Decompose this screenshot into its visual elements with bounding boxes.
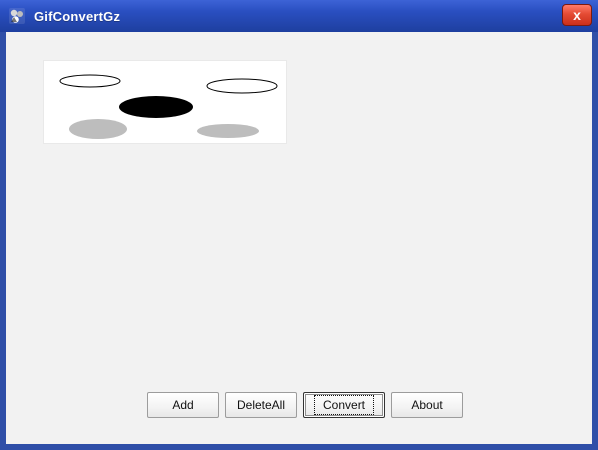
add-button[interactable]: Add [147,392,219,418]
gif-preview [43,60,287,144]
app-window: GifConvertGz x Add DeleteAll Convert Abo… [0,0,598,450]
add-button-label: Add [172,398,194,412]
convert-button[interactable]: Convert [303,392,386,418]
close-button[interactable]: x [562,4,592,26]
about-button[interactable]: About [391,392,464,418]
preview-drawing [59,74,278,139]
outline-ellipse-left [59,74,121,88]
filled-ellipse-gray-right [197,124,259,138]
outline-ellipse-right [206,78,278,94]
delete-all-button-label: DeleteAll [236,398,286,412]
app-icon [8,7,26,25]
convert-button-label: Convert [323,398,366,412]
about-button-label: About [411,398,443,412]
filled-ellipse-black [119,96,193,118]
action-buttons: Add DeleteAll Convert About [147,392,464,418]
main-content: Add DeleteAll Convert About [6,32,592,444]
window-title: GifConvertGz [34,8,121,24]
title-bar: GifConvertGz x [0,0,598,32]
close-icon: x [573,7,581,23]
convert-button-focus-ring: Convert [314,395,375,415]
filled-ellipse-gray-left [69,119,127,139]
delete-all-button[interactable]: DeleteAll [225,392,297,418]
